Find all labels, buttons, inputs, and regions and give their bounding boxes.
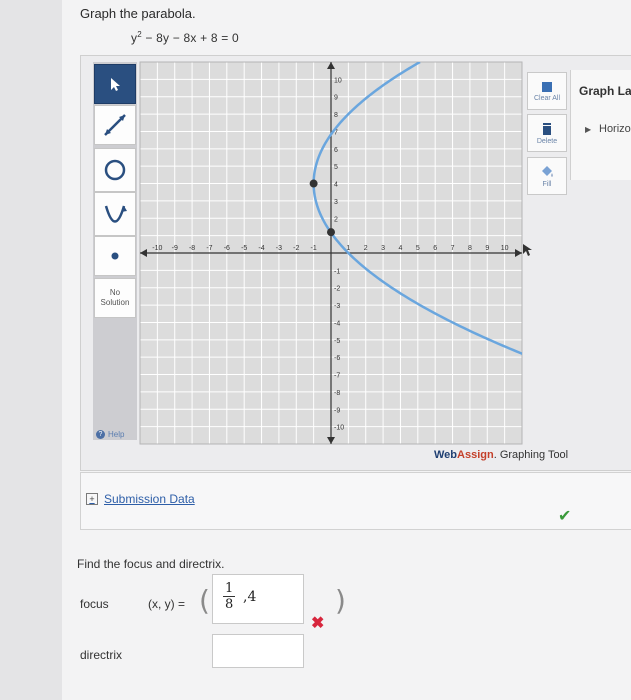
x-tick-label: 7 (451, 245, 455, 252)
y-tick-label: -2 (334, 286, 340, 293)
question-prompt: Find the focus and directrix. (77, 557, 225, 571)
x-axis-arrow-right (515, 249, 522, 257)
right-paren: ) (335, 584, 346, 617)
x-tick-label: -1 (311, 245, 317, 252)
clear-all-icon (542, 81, 552, 92)
clear-all-button[interactable]: Clear All (527, 72, 567, 110)
graph-layers-panel: Graph Lay ▶ Horizo (570, 70, 631, 180)
y-tick-label: -4 (334, 320, 340, 327)
fill-label: Fill (542, 180, 552, 188)
directrix-label: directrix (80, 648, 123, 662)
correct-check-icon: ✔ (558, 508, 572, 525)
x-tick-label: 9 (485, 245, 489, 252)
graph-layers-title: Graph Lay (579, 84, 631, 98)
y-tick-label: -1 (334, 268, 340, 275)
curve-point (327, 228, 335, 237)
delete-label: Delete (536, 137, 558, 145)
submission-data-label: Submission Data (104, 492, 195, 506)
delete-button[interactable]: Delete (527, 114, 567, 152)
focus-label: focus (80, 597, 109, 611)
x-tick-label: -7 (206, 245, 212, 252)
y-tick-label: 9 (334, 95, 338, 102)
submission-data-link[interactable]: + Submission Data (86, 492, 195, 506)
x-tick-label: -9 (172, 245, 178, 252)
focus-input[interactable]: 1 8 ,4 (212, 574, 304, 624)
y-tick-label: -10 (334, 425, 344, 432)
fraction-numerator: 1 (223, 581, 236, 597)
fill-button[interactable]: Fill (527, 157, 567, 195)
x-tick-label: -6 (224, 245, 230, 252)
x-tick-label: -4 (258, 245, 264, 252)
y-tick-label: 2 (334, 216, 338, 223)
x-tick-label: 10 (501, 245, 509, 252)
expand-plus-icon: + (86, 493, 98, 505)
x-tick-label: 6 (433, 245, 437, 252)
y-tick-label: -3 (334, 303, 340, 310)
y-tick-label: -5 (334, 338, 340, 345)
x-tick-label: -8 (189, 245, 195, 252)
left-paren: ( (199, 584, 210, 617)
x-tick-label: -10 (152, 245, 162, 252)
y-tick-label: -8 (334, 390, 340, 397)
xy-label: (x, y) = (148, 597, 186, 611)
x-tick-label: 2 (364, 245, 368, 252)
x-tick-label: -5 (241, 245, 247, 252)
mouse-cursor-icon (523, 244, 532, 256)
y-tick-label: 8 (334, 112, 338, 119)
y-axis-arrow-up (327, 62, 335, 69)
y-tick-label: 6 (334, 147, 338, 154)
paint-bucket-icon (542, 165, 553, 177)
x-tick-label: -3 (276, 245, 282, 252)
clear-all-label: Clear All (533, 94, 561, 102)
graph-layer-item[interactable]: Horizo (599, 123, 631, 135)
y-tick-label: 3 (334, 199, 338, 206)
directrix-input[interactable] (212, 634, 304, 668)
y-tick-label: 10 (334, 77, 342, 84)
incorrect-x-icon: ✖ (311, 615, 325, 632)
y-tick-label: -6 (334, 355, 340, 362)
focus-fraction: 1 8 (223, 581, 236, 612)
x-tick-label: 5 (416, 245, 420, 252)
focus-y-value: ,4 (243, 589, 257, 605)
y-tick-label: 4 (334, 182, 338, 189)
webassign-watermark: WebAssign. Graphing Tool (434, 449, 569, 461)
y-tick-label: 5 (334, 164, 338, 171)
expand-triangle-icon[interactable]: ▶ (585, 125, 591, 134)
fraction-denominator: 8 (225, 597, 234, 612)
y-axis-arrow-down (327, 437, 335, 444)
y-tick-label: -7 (334, 373, 340, 380)
trash-icon (543, 122, 551, 135)
x-axis-arrow-left (140, 249, 147, 257)
x-tick-label: 8 (468, 245, 472, 252)
x-tick-label: 4 (399, 245, 403, 252)
vertex-point (309, 179, 318, 188)
x-tick-label: 3 (381, 245, 385, 252)
y-tick-label: -9 (334, 407, 340, 414)
x-tick-label: -2 (293, 245, 299, 252)
